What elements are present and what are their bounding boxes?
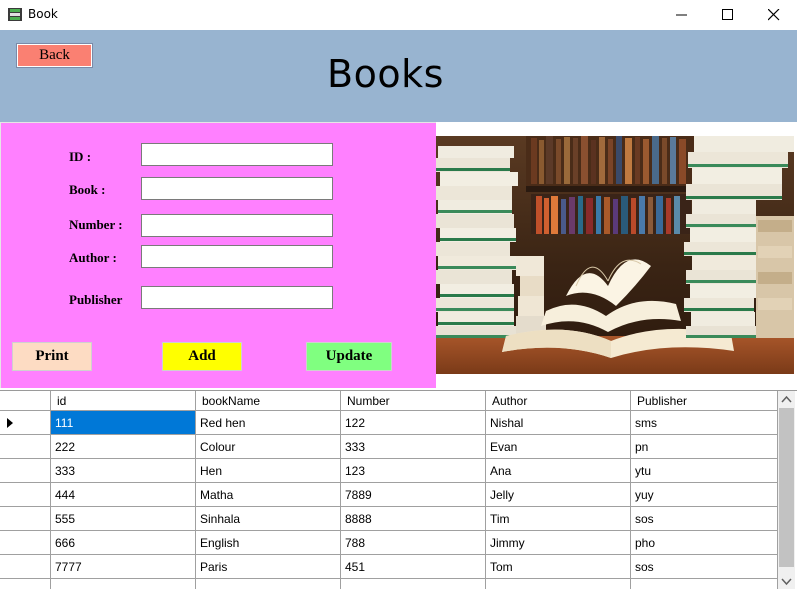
- row-header[interactable]: [0, 483, 51, 507]
- cell-bookname[interactable]: Sinhala: [196, 507, 341, 531]
- author-field[interactable]: [141, 245, 333, 268]
- book-label: Book :: [69, 182, 106, 197]
- cell-number[interactable]: 333: [341, 435, 486, 459]
- update-button[interactable]: Update: [306, 342, 392, 371]
- column-header-number[interactable]: Number: [341, 391, 486, 411]
- cell-author[interactable]: Jelly: [486, 483, 631, 507]
- header-band: Back Books: [0, 30, 797, 122]
- close-icon: [768, 9, 780, 21]
- table-row[interactable]: 444 Matha 7889 Jelly yuy: [0, 483, 778, 507]
- print-button[interactable]: Print: [12, 342, 92, 371]
- cell-bookname[interactable]: English: [196, 531, 341, 555]
- cell-id[interactable]: [51, 579, 196, 589]
- row-header[interactable]: [0, 459, 51, 483]
- row-header[interactable]: [0, 531, 51, 555]
- cell-bookname[interactable]: Paris: [196, 555, 341, 579]
- table-row[interactable]: 222 Colour 333 Evan pn: [0, 435, 778, 459]
- cell-id[interactable]: 444: [51, 483, 196, 507]
- cell-id[interactable]: 666: [51, 531, 196, 555]
- publisher-label: Publisher: [69, 292, 123, 307]
- cell-number[interactable]: 788: [341, 531, 486, 555]
- publisher-field[interactable]: [141, 286, 333, 309]
- minimize-button[interactable]: [659, 0, 705, 30]
- cell-bookname[interactable]: Hen: [196, 459, 341, 483]
- row-header[interactable]: [0, 507, 51, 531]
- cell-number[interactable]: 123: [341, 459, 486, 483]
- cell-author[interactable]: Ana: [486, 459, 631, 483]
- cell-publisher[interactable]: ytu: [631, 459, 778, 483]
- cell-publisher[interactable]: [631, 579, 778, 589]
- id-field[interactable]: [141, 143, 333, 166]
- cell-bookname[interactable]: Red hen: [196, 411, 341, 435]
- image-panel: [436, 122, 797, 388]
- table-row[interactable]: 111 Red hen 122 Nishal sms: [0, 411, 778, 435]
- cell-id[interactable]: 7777: [51, 555, 196, 579]
- row-header[interactable]: [0, 555, 51, 579]
- cell-author[interactable]: Tom: [486, 555, 631, 579]
- table-row[interactable]: 333 Hen 123 Ana ytu: [0, 459, 778, 483]
- book-form: ID : Book : Number : Author : Publisher …: [0, 122, 436, 388]
- cell-id[interactable]: 555: [51, 507, 196, 531]
- cell-author[interactable]: Jimmy: [486, 531, 631, 555]
- cell-publisher[interactable]: sos: [631, 555, 778, 579]
- scroll-up-icon[interactable]: [778, 391, 795, 408]
- cell-id[interactable]: 111: [51, 411, 196, 435]
- window-title: Book: [28, 7, 58, 21]
- back-button[interactable]: Back: [16, 43, 93, 68]
- author-label: Author :: [69, 250, 117, 265]
- vertical-scrollbar[interactable]: [778, 391, 795, 589]
- books-grid: id bookName Number Author Publisher 111 …: [0, 390, 797, 589]
- cell-number[interactable]: 451: [341, 555, 486, 579]
- cell-publisher[interactable]: yuy: [631, 483, 778, 507]
- table-row[interactable]: 666 English 788 Jimmy pho: [0, 531, 778, 555]
- number-field[interactable]: [141, 214, 333, 237]
- column-header-id[interactable]: id: [51, 391, 196, 411]
- current-row-arrow-icon: [7, 418, 13, 428]
- books-photo: [436, 136, 794, 374]
- cell-author[interactable]: [486, 579, 631, 589]
- grid-header-row: id bookName Number Author Publisher: [0, 391, 778, 411]
- cell-bookname[interactable]: [196, 579, 341, 589]
- id-label: ID :: [69, 149, 92, 164]
- row-header[interactable]: [0, 579, 51, 589]
- scroll-down-icon[interactable]: [778, 573, 795, 589]
- maximize-button[interactable]: [705, 0, 751, 30]
- cell-id[interactable]: 222: [51, 435, 196, 459]
- row-header[interactable]: [0, 411, 51, 435]
- column-header-bookname[interactable]: bookName: [196, 391, 341, 411]
- cell-publisher[interactable]: sos: [631, 507, 778, 531]
- minimize-icon: [676, 14, 687, 16]
- row-header[interactable]: [0, 435, 51, 459]
- cell-author[interactable]: Tim: [486, 507, 631, 531]
- cell-publisher[interactable]: pho: [631, 531, 778, 555]
- cell-number[interactable]: 8888: [341, 507, 486, 531]
- title-bar: Book: [0, 0, 797, 30]
- cell-number[interactable]: [341, 579, 486, 589]
- scroll-thumb[interactable]: [779, 408, 794, 567]
- cell-bookname[interactable]: Matha: [196, 483, 341, 507]
- book-stack-icon: [8, 8, 22, 21]
- column-header-publisher[interactable]: Publisher: [631, 391, 778, 411]
- cell-publisher[interactable]: pn: [631, 435, 778, 459]
- page-title: Books: [327, 52, 444, 96]
- book-name-field[interactable]: [141, 177, 333, 200]
- cell-id[interactable]: 333: [51, 459, 196, 483]
- add-button[interactable]: Add: [162, 342, 242, 371]
- table-row[interactable]: [0, 579, 778, 589]
- cell-number[interactable]: 7889: [341, 483, 486, 507]
- cell-author[interactable]: Evan: [486, 435, 631, 459]
- close-button[interactable]: [751, 0, 797, 30]
- cell-publisher[interactable]: sms: [631, 411, 778, 435]
- table-row[interactable]: 555 Sinhala 8888 Tim sos: [0, 507, 778, 531]
- table-row[interactable]: 7777 Paris 451 Tom sos: [0, 555, 778, 579]
- header-corner: [0, 391, 51, 411]
- maximize-icon: [722, 9, 733, 20]
- number-label: Number :: [69, 217, 123, 232]
- cell-author[interactable]: Nishal: [486, 411, 631, 435]
- cell-bookname[interactable]: Colour: [196, 435, 341, 459]
- cell-number[interactable]: 122: [341, 411, 486, 435]
- column-header-author[interactable]: Author: [486, 391, 631, 411]
